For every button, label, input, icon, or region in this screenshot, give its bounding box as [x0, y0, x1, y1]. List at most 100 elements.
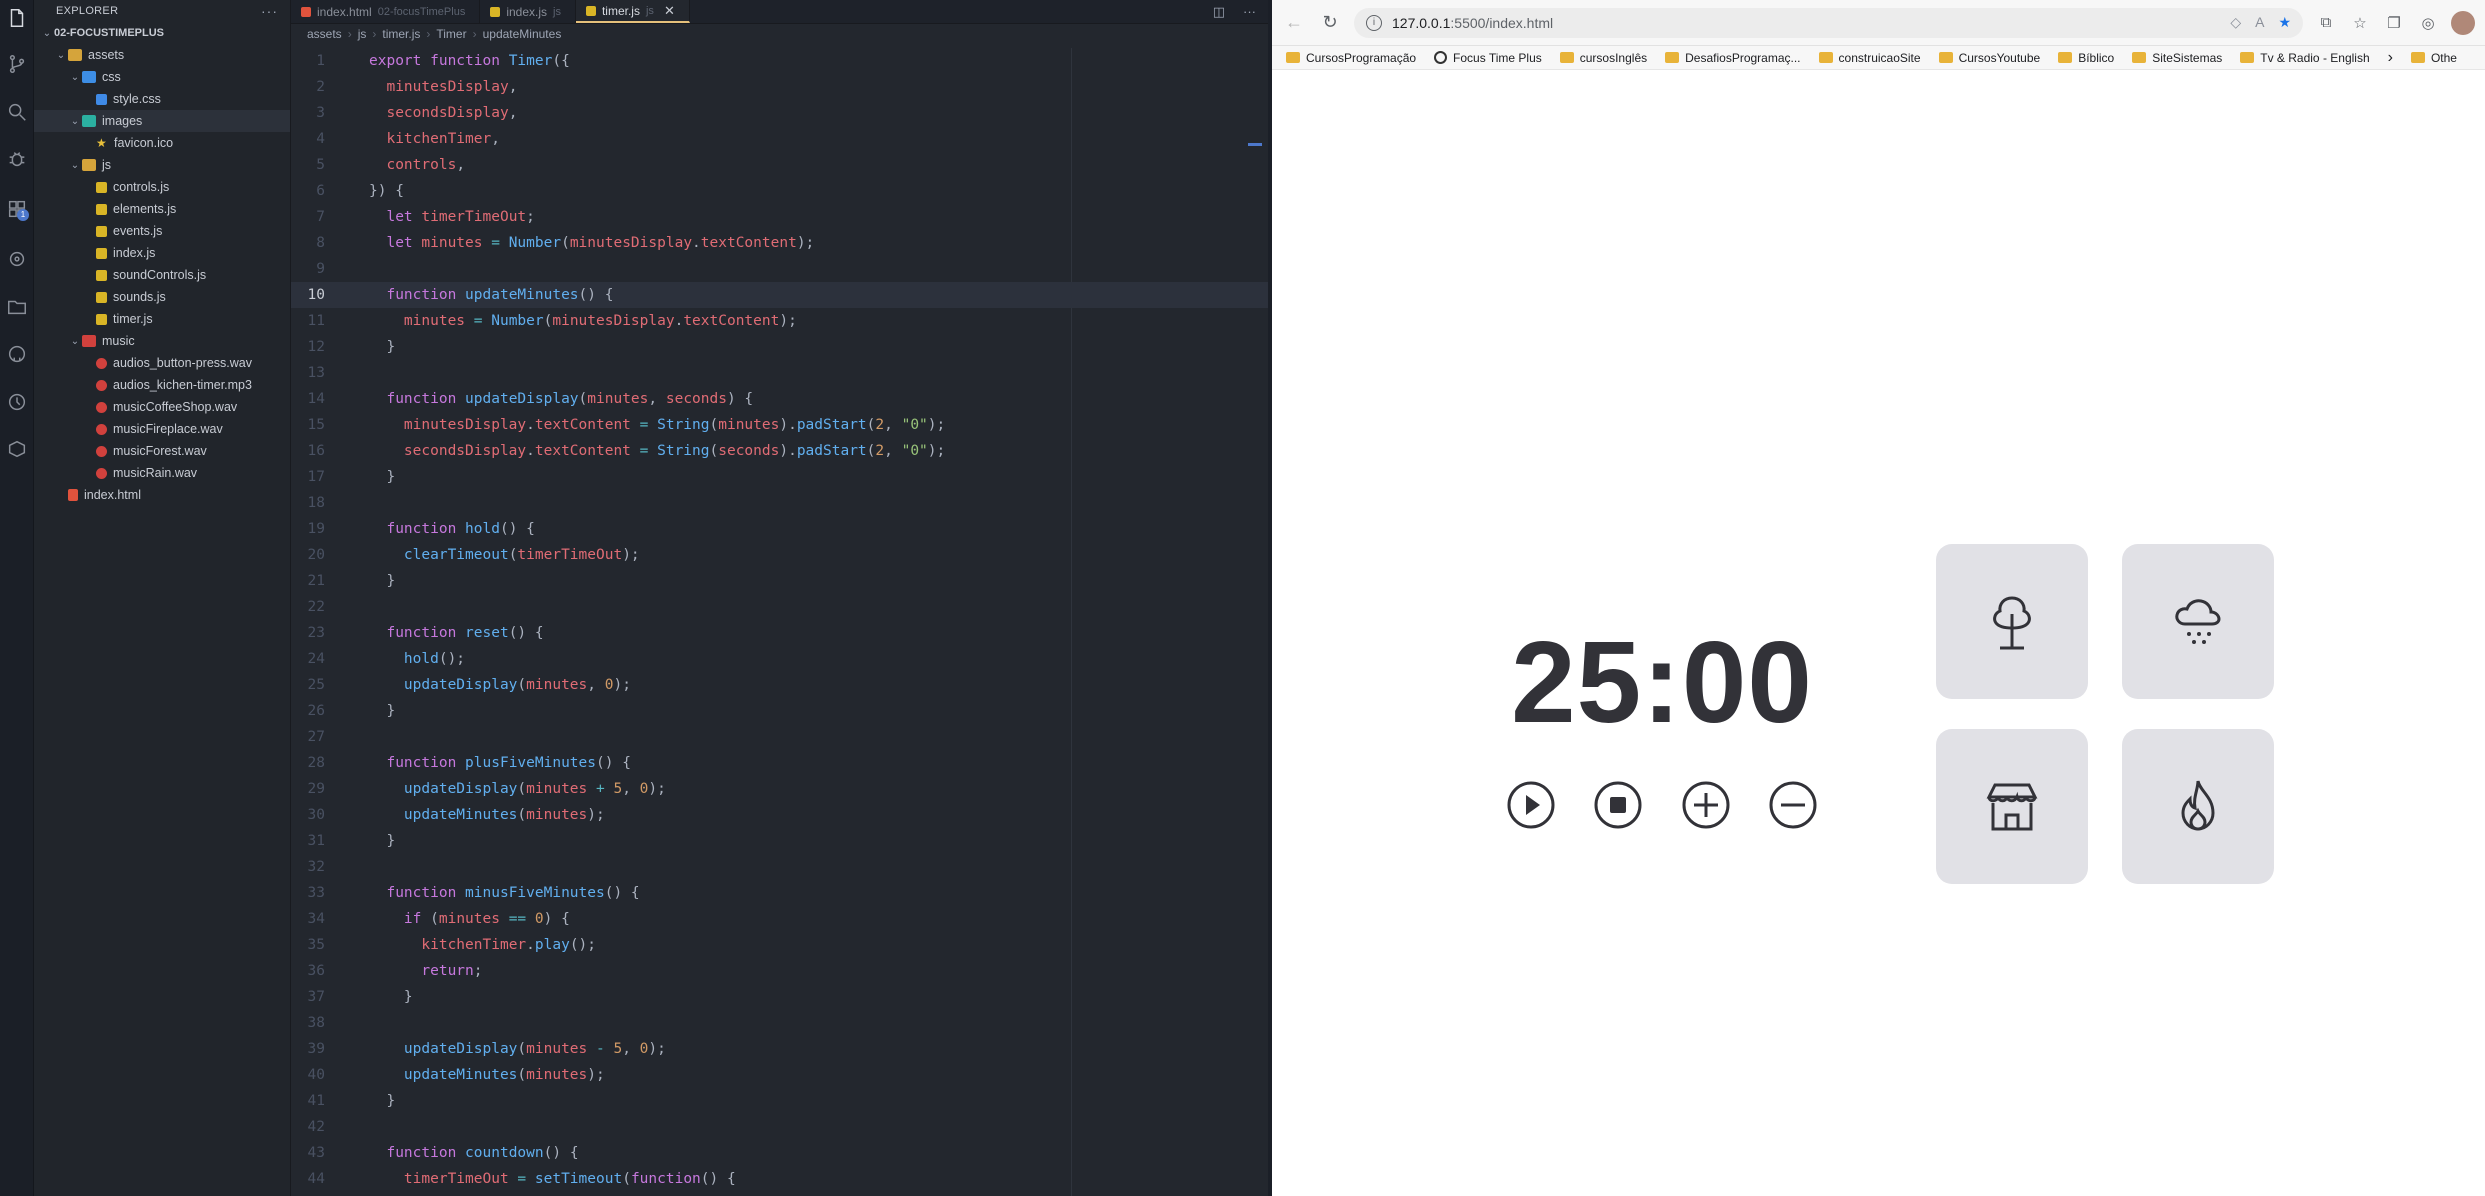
- bookmarks-overflow-icon[interactable]: ›: [2388, 49, 2393, 67]
- search-icon[interactable]: [3, 98, 31, 126]
- code-token: =: [491, 235, 509, 251]
- tree-item[interactable]: ⌄ music: [34, 330, 290, 352]
- tree-item[interactable]: soundControls.js: [34, 264, 290, 286]
- files-icon[interactable]: [3, 4, 31, 32]
- tree-item[interactable]: style.css: [34, 88, 290, 110]
- coffee-shop-sound-button[interactable]: [1936, 729, 2088, 884]
- tree-item[interactable]: musicCoffeeShop.wav: [34, 396, 290, 418]
- code-text: }: [343, 698, 395, 724]
- profile-avatar[interactable]: [2451, 10, 2475, 35]
- code-text: }) {: [343, 178, 404, 204]
- split-editor-icon[interactable]: ◫: [1213, 4, 1225, 20]
- code-line: 34 if (minutes == 0) {: [291, 906, 1268, 932]
- reload-icon[interactable]: ↻: [1318, 11, 1342, 35]
- project-root[interactable]: ⌄ 02-FOCUSTIMEPLUS: [34, 22, 290, 44]
- tree-item[interactable]: index.html: [34, 484, 290, 506]
- favorite-star-icon[interactable]: ★: [2278, 14, 2291, 31]
- rain-sound-button[interactable]: [2122, 544, 2274, 699]
- remote-icon[interactable]: [3, 245, 31, 273]
- collections-icon[interactable]: ❐: [2383, 12, 2405, 34]
- editor-tab[interactable]: index.js js: [480, 0, 576, 23]
- play-button[interactable]: [1506, 780, 1556, 830]
- bookmark-item[interactable]: cursosInglês: [1559, 51, 1647, 65]
- cloud-rain-icon: [2175, 598, 2221, 644]
- bookmark-item[interactable]: Othe: [2410, 51, 2457, 65]
- tree-item[interactable]: audios_button-press.wav: [34, 352, 290, 374]
- github-icon[interactable]: [3, 340, 31, 368]
- code-token: =: [473, 313, 492, 329]
- bookmark-item[interactable]: DesafiosProgramaç...: [1665, 51, 1801, 65]
- tree-item[interactable]: index.js: [34, 242, 290, 264]
- bookmark-item[interactable]: CursosProgramação: [1286, 51, 1416, 65]
- breadcrumb-item[interactable]: assets: [307, 27, 342, 41]
- stop-button[interactable]: [1593, 780, 1643, 830]
- bookmark-item[interactable]: Tv & Radio - English: [2240, 51, 2370, 65]
- code-text: updateDisplay(minutes + 5, 0);: [343, 776, 666, 802]
- code-text: if (minutes == 0) {: [343, 906, 570, 932]
- code-line: 14 function updateDisplay(minutes, secon…: [291, 386, 1268, 412]
- bookmark-item[interactable]: Focus Time Plus: [1434, 51, 1542, 65]
- code-token: );: [613, 677, 631, 693]
- code-text: }: [343, 568, 395, 594]
- tree-item[interactable]: ⌄ css: [34, 66, 290, 88]
- breadcrumb-item[interactable]: timer.js: [382, 27, 420, 41]
- minus-five-button[interactable]: [1768, 780, 1818, 830]
- tree-item[interactable]: events.js: [34, 220, 290, 242]
- site-info-icon[interactable]: i: [1366, 14, 1382, 31]
- editor-tab[interactable]: timer.js js ✕: [575, 0, 690, 23]
- more-actions-icon[interactable]: ···: [1243, 4, 1256, 19]
- copilot-icon[interactable]: ◎: [2417, 12, 2439, 34]
- line-number: 17: [307, 469, 325, 485]
- code-line: 3 secondsDisplay,: [291, 100, 1268, 126]
- tree-item[interactable]: musicForest.wav: [34, 440, 290, 462]
- timeline-icon[interactable]: [3, 388, 31, 416]
- forest-sound-button[interactable]: [1936, 544, 2088, 699]
- more-actions-icon[interactable]: ···: [261, 3, 278, 19]
- tree-item[interactable]: elements.js: [34, 198, 290, 220]
- tree-item[interactable]: ⌄ images: [34, 110, 290, 132]
- tracking-icon[interactable]: ◇: [2230, 14, 2241, 31]
- read-aloud-icon[interactable]: A: [2255, 14, 2264, 31]
- tree-item[interactable]: ⌄ js: [34, 154, 290, 176]
- extensions-badge: 1: [17, 209, 29, 221]
- back-icon[interactable]: ←: [1282, 11, 1306, 35]
- tree-item[interactable]: timer.js: [34, 308, 290, 330]
- breadcrumb-separator-icon: ›: [472, 27, 477, 41]
- breadcrumb-item[interactable]: Timer: [436, 27, 466, 41]
- tree-item[interactable]: sounds.js: [34, 286, 290, 308]
- code-token: Timer: [508, 53, 553, 69]
- breadcrumb-item[interactable]: js: [358, 27, 367, 41]
- extensions-puzzle-icon[interactable]: ⧉: [2315, 12, 2337, 34]
- tree-item[interactable]: musicFireplace.wav: [34, 418, 290, 440]
- code-view[interactable]: 1 export function Timer({2 minutesDisplay…: [291, 48, 1268, 1196]
- editor-tab[interactable]: index.html 02-focusTimePlus: [291, 0, 481, 23]
- address-bar[interactable]: i 127.0.0.1:5500/index.html ◇ A ★: [1354, 7, 2303, 38]
- close-icon[interactable]: ✕: [664, 3, 675, 19]
- source-control-icon[interactable]: [3, 50, 31, 78]
- favorites-icon[interactable]: ☆: [2349, 12, 2371, 34]
- bookmark-item[interactable]: CursosYoutube: [1938, 51, 2040, 65]
- url-host: 127.0.0.1: [1392, 14, 1451, 31]
- tree-item[interactable]: audios_kichen-timer.mp3: [34, 374, 290, 396]
- fireplace-sound-button[interactable]: [2122, 729, 2274, 884]
- code-text: minutesDisplay,: [343, 74, 517, 100]
- bookmark-item[interactable]: Bíblico: [2058, 51, 2114, 65]
- breadcrumb-item[interactable]: updateMinutes: [483, 27, 562, 41]
- line-number: 41: [307, 1093, 325, 1109]
- code-token: function: [386, 287, 466, 303]
- tree-item[interactable]: controls.js: [34, 176, 290, 198]
- docker-icon[interactable]: [3, 435, 31, 463]
- extensions-icon[interactable]: 1: [3, 195, 31, 223]
- folder-icon[interactable]: [3, 293, 31, 321]
- code-token: ({: [552, 53, 570, 69]
- tree-item-label: audios_button-press.wav: [113, 356, 252, 370]
- tree-item[interactable]: ⌄ assets: [34, 44, 290, 66]
- debug-icon[interactable]: [3, 145, 31, 173]
- bookmark-item[interactable]: SiteSistemas: [2132, 51, 2222, 65]
- tree-item[interactable]: ★ favicon.ico: [34, 132, 290, 154]
- folder-icon: [1286, 52, 1300, 63]
- tree-item[interactable]: musicRain.wav: [34, 462, 290, 484]
- plus-five-button[interactable]: [1681, 780, 1731, 830]
- bookmark-item[interactable]: construicaoSite: [1818, 51, 1921, 65]
